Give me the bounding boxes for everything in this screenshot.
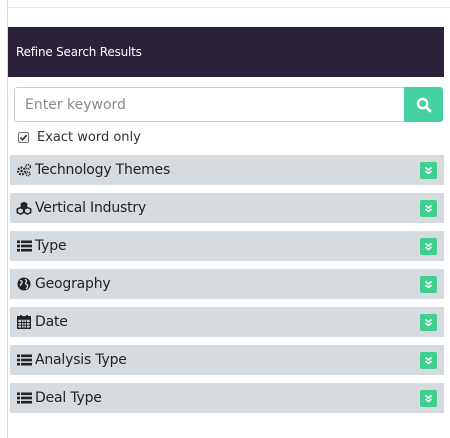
facet-type[interactable]: Type xyxy=(10,231,444,261)
facet-label: Analysis Type xyxy=(35,352,127,368)
search-button[interactable] xyxy=(404,87,443,122)
panel-title: Refine Search Results xyxy=(8,27,444,77)
search-icon xyxy=(416,97,431,112)
list-icon xyxy=(16,390,32,406)
search-input[interactable] xyxy=(14,87,404,122)
chevron-down-icon[interactable] xyxy=(420,390,437,407)
chevron-down-icon[interactable] xyxy=(420,314,437,331)
search-row xyxy=(14,87,443,122)
facet-label: Geography xyxy=(35,276,111,292)
facet-technology-themes[interactable]: Technology Themes xyxy=(10,155,444,185)
calendar-icon xyxy=(16,314,32,330)
chevron-down-icon[interactable] xyxy=(420,276,437,293)
facet-label: Date xyxy=(35,314,68,330)
page: Refine Search Results Exact word only xyxy=(0,0,450,438)
exact-word-option: Exact word only xyxy=(18,128,444,146)
chevron-down-icon[interactable] xyxy=(420,162,437,179)
list-icon xyxy=(16,238,32,254)
globe-icon xyxy=(16,276,32,292)
gears-icon xyxy=(16,162,32,178)
facet-date[interactable]: Date xyxy=(10,307,444,337)
top-divider xyxy=(7,7,450,8)
facet-vertical-industry[interactable]: Vertical Industry xyxy=(10,193,444,223)
list-icon xyxy=(16,352,32,368)
facet-label: Vertical Industry xyxy=(35,200,147,216)
chevron-down-icon[interactable] xyxy=(420,352,437,369)
chevron-down-icon[interactable] xyxy=(420,238,437,255)
facet-list: Technology Themes Vertical Industry Type… xyxy=(10,155,444,413)
chevron-down-icon[interactable] xyxy=(420,200,437,217)
cubes-icon xyxy=(16,200,32,216)
facet-label: Type xyxy=(35,238,67,254)
facet-analysis-type[interactable]: Analysis Type xyxy=(10,345,444,375)
refine-panel: Refine Search Results Exact word only xyxy=(8,27,444,421)
exact-word-checkbox[interactable] xyxy=(18,131,29,143)
checkmark-icon xyxy=(19,134,28,141)
facet-label: Deal Type xyxy=(35,390,102,406)
facet-label: Technology Themes xyxy=(35,162,171,178)
facet-deal-type[interactable]: Deal Type xyxy=(10,383,444,413)
facet-geography[interactable]: Geography xyxy=(10,269,444,299)
exact-word-label: Exact word only xyxy=(37,129,141,145)
